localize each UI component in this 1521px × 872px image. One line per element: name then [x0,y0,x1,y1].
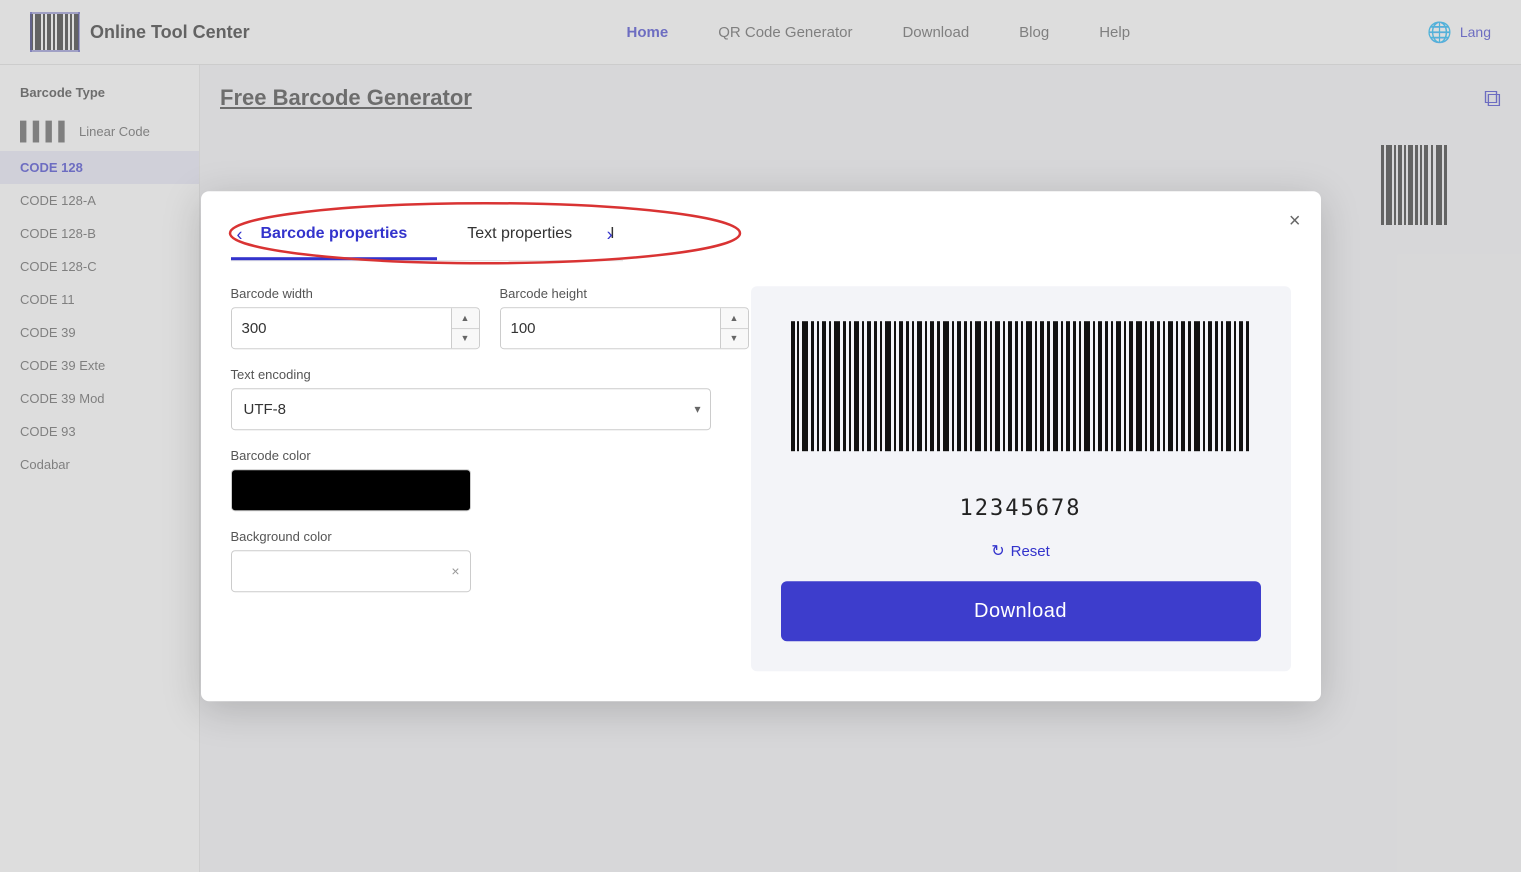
swatch-clear-icon[interactable]: × [451,563,459,579]
modal-tabs: ‹ Barcode properties Text properties I › [231,213,623,261]
barcode-number: 12345678 [960,496,1082,521]
height-spin-down[interactable]: ▼ [721,329,748,349]
background-color-label: Background color [231,529,711,544]
modal-body: Barcode width ▲ ▼ Barcode height [201,261,1321,701]
modal-dialog: ‹ Barcode properties Text properties I ›… [201,191,1321,701]
barcode-color-swatch[interactable] [231,469,471,511]
width-spin-up[interactable]: ▲ [452,308,479,329]
barcode-height-label: Barcode height [500,286,749,301]
tab-next-arrow[interactable]: › [607,224,613,245]
barcode-image [781,316,1261,476]
barcode-color-label: Barcode color [231,448,711,463]
barcode-height-input-wrap: ▲ ▼ [500,307,749,349]
tab-text-properties[interactable]: Text properties [437,213,602,260]
tab-barcode-properties[interactable]: Barcode properties [231,213,438,260]
barcode-width-input[interactable] [232,308,451,348]
modal-form: Barcode width ▲ ▼ Barcode height [231,286,711,671]
text-encoding-select[interactable]: UTF-8 ASCII ISO-8859-1 [231,388,711,430]
text-encoding-group: Text encoding UTF-8 ASCII ISO-8859-1 ▾ [231,367,711,430]
width-spin-down[interactable]: ▼ [452,329,479,349]
text-encoding-select-wrap: UTF-8 ASCII ISO-8859-1 ▾ [231,388,711,430]
width-spinners: ▲ ▼ [451,308,479,348]
background-color-swatch[interactable]: × [231,550,471,592]
barcode-width-group: Barcode width ▲ ▼ [231,286,480,349]
reset-button[interactable]: ↻ Reset [991,541,1050,561]
close-button[interactable]: × [1289,211,1301,231]
dimensions-row: Barcode width ▲ ▼ Barcode height [231,286,711,349]
barcode-preview-area: 12345678 ↻ Reset Download [751,286,1291,671]
barcode-color-group: Barcode color [231,448,711,511]
barcode-height-input[interactable] [501,308,720,348]
height-spinners: ▲ ▼ [720,308,748,348]
background-color-group: Background color × [231,529,711,592]
download-button[interactable]: Download [781,581,1261,641]
reset-label: Reset [1011,543,1050,560]
modal-header: ‹ Barcode properties Text properties I ›… [201,191,1321,261]
barcode-width-label: Barcode width [231,286,480,301]
text-encoding-label: Text encoding [231,367,711,382]
barcode-height-group: Barcode height ▲ ▼ [500,286,749,349]
reset-icon: ↻ [991,541,1004,561]
height-spin-up[interactable]: ▲ [721,308,748,329]
barcode-width-input-wrap: ▲ ▼ [231,307,480,349]
